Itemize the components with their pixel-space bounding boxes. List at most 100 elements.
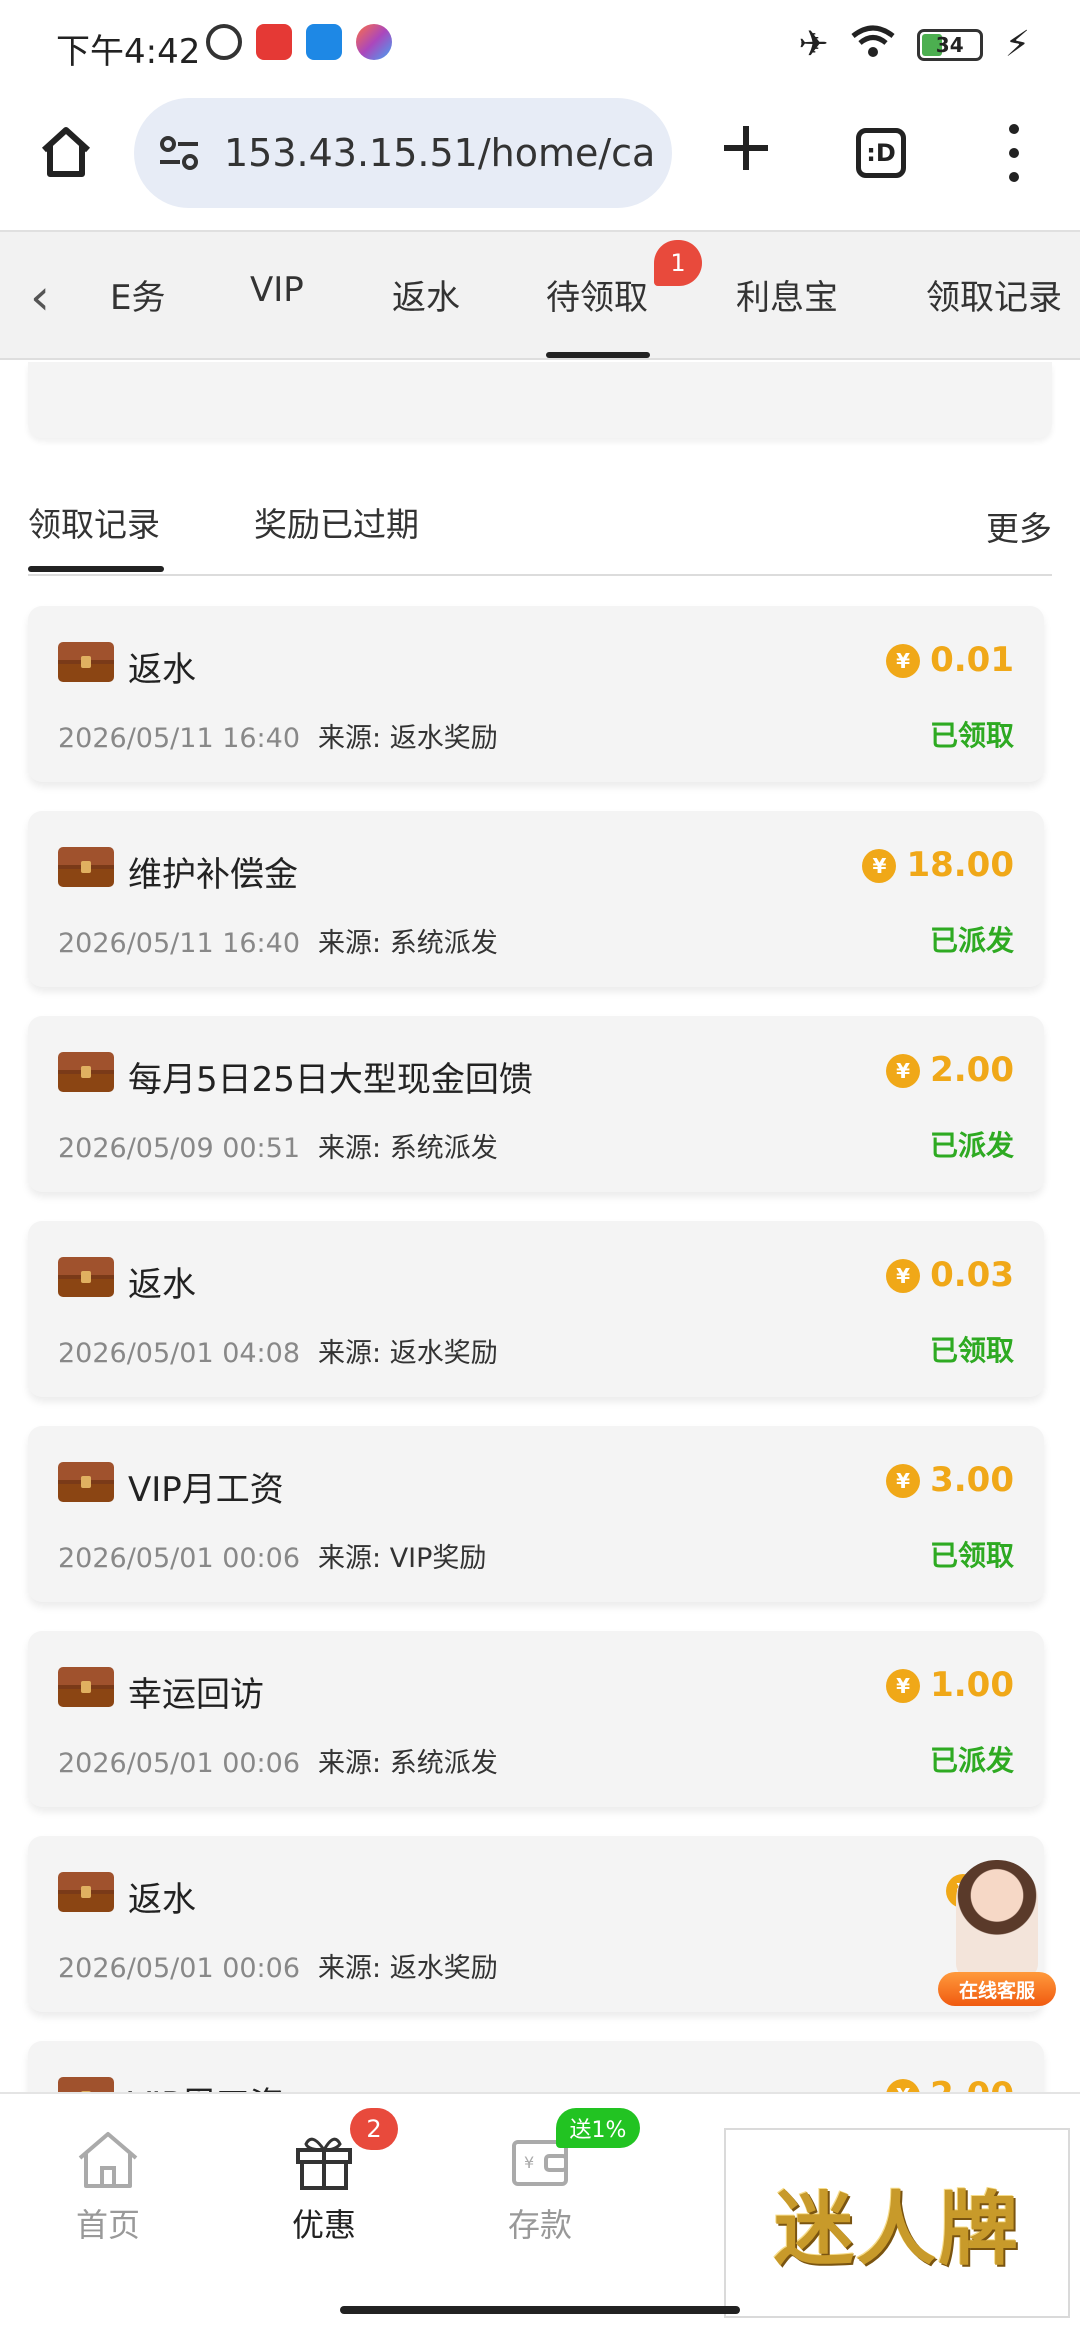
record-card[interactable]: 每月5日25日大型现金回馈 2026/05/09 00:51 来源: 系统派发 2.0… [28, 1016, 1044, 1192]
subtab-claim-records[interactable]: 领取记录 [28, 498, 160, 546]
nav-home[interactable]: 首页 [38, 2114, 178, 2244]
record-amount: 0.03 [930, 1255, 1014, 1295]
record-title: 每月5日25日大型现金回馈 [128, 1060, 533, 1100]
status-notification-icons [206, 24, 392, 60]
record-datetime: 2026/05/09 00:51 [58, 1133, 301, 1164]
category-tab-pending[interactable]: 待领取 [546, 270, 648, 319]
browser-menu-button[interactable] [1000, 124, 1028, 182]
record-meta: 2026/05/01 00:06 来源: 系统派发 [58, 1741, 498, 1780]
subtab-expired-rewards[interactable]: 奖励已过期 [254, 498, 419, 546]
app-notification-icon [356, 24, 392, 60]
record-card[interactable]: 返水 2026/05/01 04:08 来源: 返水奖励 0.03 ¥ 已领取 [28, 1221, 1044, 1397]
category-tab-bar: ‹ E务 VIP 返水 待领取 1 利息宝 领取记录 [0, 230, 1080, 360]
record-card[interactable]: 返水 2026/05/11 16:40 来源: 返水奖励 0.01 ¥ 已领取 [28, 606, 1044, 782]
yuan-coin-icon: ¥ [886, 644, 921, 678]
customer-service-avatar [956, 1860, 1038, 1978]
home-icon [78, 2132, 138, 2188]
ad-banner[interactable]: 迷人牌 [724, 2128, 1070, 2318]
site-settings-icon[interactable] [154, 128, 204, 178]
treasure-chest-icon [58, 1462, 114, 1502]
address-bar[interactable]: 153.43.15.51/home/canRe [134, 98, 672, 208]
record-card[interactable]: VIP周工资 2.00 ¥ [28, 2041, 1044, 2092]
record-meta: 2026/05/11 16:40 来源: 系统派发 [58, 921, 498, 960]
category-tab-rebate[interactable]: 返水 [392, 270, 460, 319]
tab-switcher-label: :D [866, 139, 896, 167]
nav-deposit-label: 存款 [507, 2206, 572, 2244]
record-meta: 2026/05/11 16:40 来源: 返水奖励 [58, 716, 498, 755]
battery-icon: 34 [916, 28, 983, 61]
record-status: 已领取 [929, 1539, 1014, 1572]
menu-dot-icon [1009, 172, 1019, 182]
record-status: 已派发 [929, 1744, 1014, 1777]
divider [28, 574, 1052, 576]
record-status: 已派发 [929, 924, 1014, 957]
record-card[interactable]: 幸运回访 2026/05/01 00:06 来源: 系统派发 1.00 ¥ 已派发 [28, 1631, 1044, 1807]
record-card[interactable]: 维护补偿金 2026/05/11 16:40 来源: 系统派发 18.00 ¥ 已派发 [28, 811, 1044, 987]
record-datetime: 2026/05/01 00:06 [58, 1748, 301, 1779]
category-tab-records[interactable]: 领取记录 [926, 270, 1062, 319]
airplane-mode-icon: ✈ [798, 23, 829, 65]
pending-count-badge: 1 [654, 240, 702, 286]
record-title: 维护补偿金 [128, 855, 298, 895]
url-text[interactable]: 153.43.15.51/home/canRe [224, 131, 654, 175]
nav-deposit[interactable]: ¥ 送1% 存款 [470, 2108, 640, 2244]
nav-promotions[interactable]: 2 优惠 [254, 2108, 398, 2244]
record-meta: 2026/05/01 00:06 来源: VIP奖励 [58, 1536, 486, 1575]
chevron-left-icon[interactable]: ‹ [30, 272, 70, 322]
battery-level: 34 [935, 32, 964, 57]
customer-service-label: 在线客服 [938, 1972, 1056, 2006]
record-title: 返水 [128, 650, 196, 690]
record-title: 返水 [128, 1880, 196, 1920]
record-amount: 1.00 [930, 1665, 1014, 1705]
yuan-coin-icon: ¥ [886, 1464, 921, 1498]
treasure-chest-icon [58, 1052, 114, 1092]
yuan-coin-icon: ¥ [886, 1054, 921, 1088]
category-tab[interactable]: E务 [110, 270, 165, 319]
category-tab-vip[interactable]: VIP [250, 270, 304, 310]
active-tab-indicator [546, 352, 650, 358]
main-content: 领取记录 奖励已过期 更多 返水 2026/05/11 16:40 来源: 返水奖励… [0, 362, 1080, 2092]
record-source: 来源: 返水奖励 [318, 1338, 498, 1369]
status-bar: 下午4:42 ✈ 34 ⚡ [0, 0, 1080, 90]
record-amount: 18.00 [906, 845, 1014, 885]
status-time: 下午4:42 [56, 32, 201, 72]
ad-logo-text: 迷人牌 [774, 2182, 1020, 2276]
more-link[interactable]: 更多 [986, 502, 1052, 550]
treasure-chest-icon [58, 1257, 114, 1297]
record-meta: 2026/05/01 04:08 来源: 返水奖励 [58, 1331, 498, 1370]
treasure-chest-icon [58, 2077, 114, 2092]
treasure-chest-icon [58, 1667, 114, 1707]
wifi-icon [851, 24, 895, 65]
browser-home-button[interactable] [36, 122, 96, 182]
record-card[interactable]: VIP月工资 2026/05/01 00:06 来源: VIP奖励 3.00 ¥ 已领取 [28, 1426, 1044, 1602]
home-icon [41, 127, 91, 177]
record-datetime: 2026/05/01 04:08 [58, 1338, 301, 1369]
menu-dot-icon [1009, 124, 1019, 134]
yuan-coin-icon: ¥ [886, 1259, 921, 1293]
active-subtab-indicator [28, 566, 164, 572]
yuan-coin-icon: ¥ [886, 1669, 921, 1703]
charging-icon: ⚡ [1004, 23, 1030, 65]
app-notification-icon [256, 24, 292, 60]
home-indicator[interactable] [340, 2306, 740, 2314]
gift-icon [296, 2137, 352, 2190]
category-tab-interest[interactable]: 利息宝 [736, 270, 838, 319]
record-meta: 2026/05/09 00:51 来源: 系统派发 [58, 1126, 498, 1165]
record-datetime: 2026/05/01 00:06 [58, 1543, 301, 1574]
svg-text:¥: ¥ [524, 2153, 534, 2172]
record-source: 来源: 返水奖励 [318, 723, 498, 754]
record-title: 返水 [128, 1265, 196, 1305]
record-datetime: 2026/05/11 16:40 [58, 723, 301, 754]
record-source: 来源: 系统派发 [318, 1133, 498, 1164]
new-tab-button[interactable] [718, 120, 774, 176]
tab-switcher-button[interactable]: :D [856, 128, 906, 178]
app-notification-icon [306, 24, 342, 60]
nav-promotions-label: 优惠 [291, 2206, 356, 2244]
record-card[interactable]: 返水2026/05/01 00:06来源: 返水奖励0¥已 [28, 1836, 1044, 2012]
record-title: VIP月工资 [128, 1470, 284, 1510]
customer-service-button[interactable]: 在线客服 [938, 1860, 1056, 2010]
record-sub-tabs: 领取记录 奖励已过期 更多 [28, 498, 1052, 572]
deposit-bonus-badge: 送1% [556, 2108, 640, 2148]
record-source: 来源: 系统派发 [318, 928, 498, 959]
nav-home-label: 首页 [75, 2206, 140, 2244]
